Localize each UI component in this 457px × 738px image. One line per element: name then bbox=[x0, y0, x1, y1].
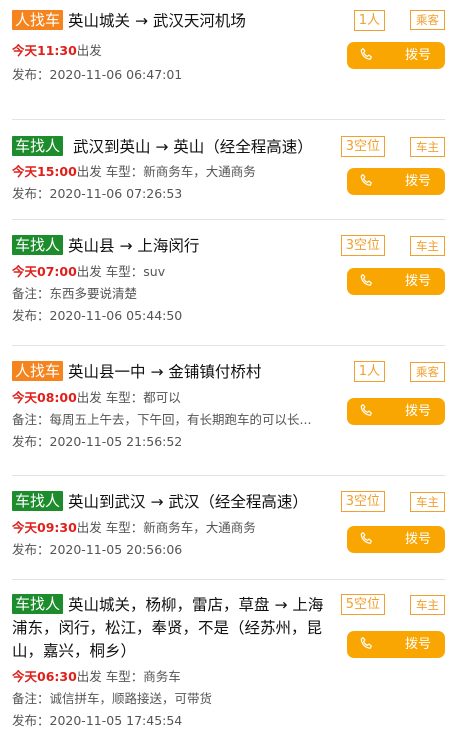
departure-time: 今天08:00 bbox=[12, 390, 77, 405]
publish-time: 发布：2020-11-05 17:45:54 bbox=[12, 713, 183, 728]
car-type: 车型：suv bbox=[105, 264, 166, 279]
car-type: 车型：商务车 bbox=[105, 669, 181, 684]
dial-button[interactable]: 拨号 bbox=[347, 268, 445, 295]
listing-card[interactable]: 车找人 英山县 → 上海闵行 今天07:00出发 车型：suv 备注：东西多要说清… bbox=[12, 220, 445, 346]
listing-card[interactable]: 车找人 武汉到英山 → 英山（经全程高速） 今天15:00出发 车型：新商务车，… bbox=[12, 120, 445, 220]
role-badge: 车主 bbox=[410, 137, 445, 157]
capacity-badge: 3空位 bbox=[340, 136, 385, 157]
dial-label: 拨号 bbox=[404, 404, 431, 419]
departure-time: 今天15:00 bbox=[12, 164, 77, 179]
route-text: 武汉到英山 → 英山（经全程高速） bbox=[68, 138, 313, 156]
departure-suffix: 出发 bbox=[76, 390, 102, 405]
role-badge: 乘客 bbox=[410, 362, 445, 382]
dial-button[interactable]: 拨号 bbox=[347, 398, 445, 425]
role-badge: 车主 bbox=[410, 236, 445, 256]
tag-car-seeking-passenger: 车找人 bbox=[12, 594, 64, 614]
ride-listing-list: 人找车 英山城关 → 武汉天河机场 今天11:30出发 发布：2020-11-06… bbox=[0, 0, 457, 738]
departure-suffix: 出发 bbox=[76, 520, 102, 535]
departure-time: 今天07:00 bbox=[12, 264, 77, 279]
capacity-badge: 1人 bbox=[353, 10, 385, 31]
listing-card[interactable]: 人找车 英山县一中 → 金铺镇付桥村 今天08:00出发 车型：都可以 备注：每周… bbox=[12, 346, 445, 476]
capacity-badge: 3空位 bbox=[340, 235, 385, 256]
capacity-badge: 3空位 bbox=[340, 491, 385, 512]
phone-icon bbox=[360, 404, 372, 416]
departure-time: 今天11:30 bbox=[12, 43, 77, 58]
dial-label: 拨号 bbox=[404, 48, 431, 63]
car-type: 车型：都可以 bbox=[105, 390, 181, 405]
phone-icon bbox=[360, 274, 372, 286]
dial-label: 拨号 bbox=[404, 637, 431, 652]
route-text: 英山县 → 上海闵行 bbox=[68, 237, 200, 255]
capacity-badge: 5空位 bbox=[340, 594, 385, 615]
route-text: 英山到武汉 → 武汉（经全程高速） bbox=[68, 493, 308, 511]
dial-button[interactable]: 拨号 bbox=[347, 42, 445, 69]
publish-time: 发布：2020-11-05 21:56:52 bbox=[12, 434, 183, 449]
role-badge: 乘客 bbox=[410, 10, 445, 30]
phone-icon bbox=[360, 532, 372, 544]
tag-passenger-seeking-car: 人找车 bbox=[12, 361, 64, 381]
tag-car-seeking-passenger: 车找人 bbox=[12, 491, 64, 511]
tag-passenger-seeking-car: 人找车 bbox=[12, 10, 64, 30]
phone-icon bbox=[360, 637, 372, 649]
departure-suffix: 出发 bbox=[76, 164, 102, 179]
dial-label: 拨号 bbox=[404, 532, 431, 547]
dial-button[interactable]: 拨号 bbox=[347, 526, 445, 553]
route-text: 英山城关 → 武汉天河机场 bbox=[68, 12, 246, 30]
role-badge: 车主 bbox=[410, 492, 445, 512]
tag-car-seeking-passenger: 车找人 bbox=[12, 136, 64, 156]
dial-button[interactable]: 拨号 bbox=[347, 631, 445, 658]
departure-suffix: 出发 bbox=[76, 43, 102, 58]
dial-button[interactable]: 拨号 bbox=[347, 168, 445, 195]
phone-icon bbox=[360, 174, 372, 186]
capacity-badge: 1人 bbox=[353, 361, 385, 382]
car-type: 车型：新商务车，大通商务 bbox=[105, 164, 256, 179]
listing-card[interactable]: 车找人 英山到武汉 → 武汉（经全程高速） 今天09:30出发 车型：新商务车，大… bbox=[12, 476, 445, 580]
departure-line: 今天06:30出发 车型：商务车 bbox=[12, 666, 445, 687]
listing-card[interactable]: 车找人 英山城关，杨柳，雷店，草盘 → 上海浦东，闵行，松江，奉贤，不是（经苏州，… bbox=[12, 580, 445, 738]
departure-suffix: 出发 bbox=[76, 264, 102, 279]
departure-time: 今天09:30 bbox=[12, 520, 77, 535]
dial-label: 拨号 bbox=[404, 174, 431, 189]
publish-time: 发布：2020-11-06 05:44:50 bbox=[12, 308, 183, 323]
car-type: 车型：新商务车，大通商务 bbox=[105, 520, 256, 535]
dial-label: 拨号 bbox=[404, 274, 431, 289]
tag-car-seeking-passenger: 车找人 bbox=[12, 235, 64, 255]
route-text: 英山县一中 → 金铺镇付桥村 bbox=[68, 363, 262, 381]
phone-icon bbox=[360, 48, 372, 60]
departure-suffix: 出发 bbox=[76, 669, 102, 684]
departure-time: 今天06:30 bbox=[12, 669, 77, 684]
note: 备注：诚信拼车，顺路接送，可带货 bbox=[12, 691, 213, 706]
listing-card[interactable]: 人找车 英山城关 → 武汉天河机场 今天11:30出发 发布：2020-11-06… bbox=[12, 0, 445, 120]
role-badge: 车主 bbox=[410, 595, 445, 615]
